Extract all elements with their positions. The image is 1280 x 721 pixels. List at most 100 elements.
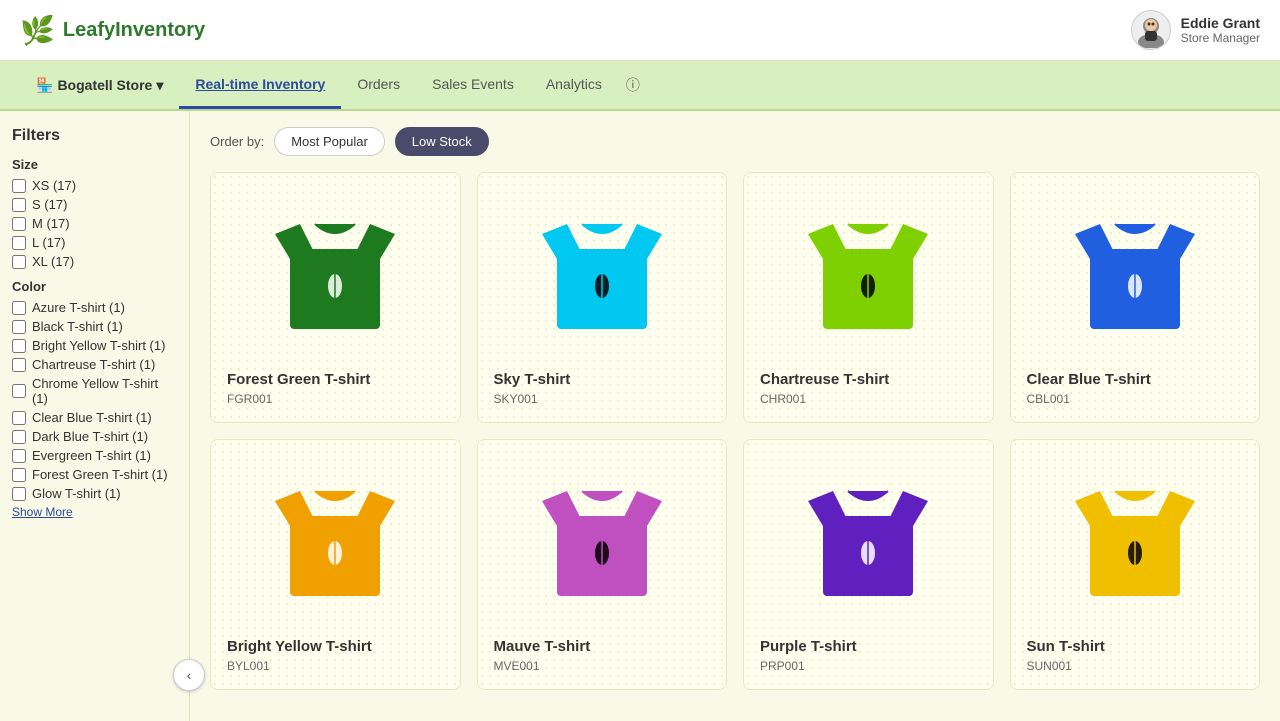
store-icon: 🏪: [36, 77, 53, 94]
sidebar: Filters Size XS (17) S (17) M (17) L (17) XL…: [0, 111, 190, 721]
size-checkbox-4[interactable]: [12, 255, 26, 269]
product-sku: CHR001: [760, 392, 977, 406]
color-label-8: Forest Green T-shirt (1): [32, 467, 168, 482]
product-sku: BYL001: [227, 659, 444, 673]
navigation: 🏪 Bogatell Store ▾ Real-time Inventory O…: [0, 61, 1280, 111]
product-card[interactable]: Purple T-shirt PRP001: [743, 439, 994, 690]
size-filter-item: L (17): [12, 235, 177, 250]
size-checkbox-2[interactable]: [12, 217, 26, 231]
size-filter-item: M (17): [12, 216, 177, 231]
tshirt-image: [1027, 189, 1244, 359]
product-sku: FGR001: [227, 392, 444, 406]
color-filter-item: Bright Yellow T-shirt (1): [12, 338, 177, 353]
order-low-stock[interactable]: Low Stock: [395, 127, 489, 156]
color-label-9: Glow T-shirt (1): [32, 486, 121, 501]
product-sku: PRP001: [760, 659, 977, 673]
color-filter-item: Black T-shirt (1): [12, 319, 177, 334]
size-checkbox-0[interactable]: [12, 179, 26, 193]
tshirt-image: [1027, 456, 1244, 626]
color-filter-item: Glow T-shirt (1): [12, 486, 177, 501]
tshirt-image: [494, 189, 711, 359]
product-name: Mauve T-shirt: [494, 638, 711, 655]
color-filter-item: Dark Blue T-shirt (1): [12, 429, 177, 444]
product-grid: Forest Green T-shirt FGR001 Sky T-shirt …: [210, 172, 1260, 690]
store-name: Bogatell Store: [57, 77, 152, 93]
size-label-4: XL (17): [32, 254, 74, 269]
product-card[interactable]: Sky T-shirt SKY001: [477, 172, 728, 423]
color-checkbox-4[interactable]: [12, 384, 26, 398]
product-name: Chartreuse T-shirt: [760, 371, 977, 388]
info-icon[interactable]: ⓘ: [618, 61, 648, 109]
color-filter-title: Color: [12, 279, 177, 294]
nav-analytics[interactable]: Analytics: [530, 62, 618, 109]
product-card[interactable]: Chartreuse T-shirt CHR001: [743, 172, 994, 423]
color-filter-item: Chrome Yellow T-shirt (1): [12, 376, 177, 406]
color-checkbox-6[interactable]: [12, 430, 26, 444]
show-more[interactable]: Show More: [12, 505, 177, 519]
product-card[interactable]: Sun T-shirt SUN001: [1010, 439, 1261, 690]
color-label-5: Clear Blue T-shirt (1): [32, 410, 152, 425]
color-checkbox-8[interactable]: [12, 468, 26, 482]
logo: 🌿 LeafyInventory: [20, 14, 205, 47]
size-label-1: S (17): [32, 197, 67, 212]
color-label-2: Bright Yellow T-shirt (1): [32, 338, 165, 353]
color-filters: Azure T-shirt (1) Black T-shirt (1) Bright…: [12, 300, 177, 501]
size-checkbox-1[interactable]: [12, 198, 26, 212]
color-filter-item: Clear Blue T-shirt (1): [12, 410, 177, 425]
color-label-0: Azure T-shirt (1): [32, 300, 125, 315]
tshirt-image: [227, 189, 444, 359]
size-label-2: M (17): [32, 216, 70, 231]
product-name: Sun T-shirt: [1027, 638, 1244, 655]
color-checkbox-0[interactable]: [12, 301, 26, 315]
sidebar-toggle[interactable]: ‹: [173, 659, 205, 691]
color-checkbox-3[interactable]: [12, 358, 26, 372]
logo-icon: 🌿: [20, 14, 55, 47]
nav-links: Real-time Inventory Orders Sales Events …: [179, 62, 617, 109]
product-sku: CBL001: [1027, 392, 1244, 406]
product-sku: MVE001: [494, 659, 711, 673]
product-name: Clear Blue T-shirt: [1027, 371, 1244, 388]
nav-realtime[interactable]: Real-time Inventory: [179, 62, 341, 109]
size-filter-title: Size: [12, 157, 177, 172]
color-filter-item: Chartreuse T-shirt (1): [12, 357, 177, 372]
color-checkbox-1[interactable]: [12, 320, 26, 334]
product-card[interactable]: Clear Blue T-shirt CBL001: [1010, 172, 1261, 423]
product-card[interactable]: Mauve T-shirt MVE001: [477, 439, 728, 690]
order-label: Order by:: [210, 134, 264, 149]
product-name: Forest Green T-shirt: [227, 371, 444, 388]
color-checkbox-2[interactable]: [12, 339, 26, 353]
product-name: Bright Yellow T-shirt: [227, 638, 444, 655]
nav-orders[interactable]: Orders: [341, 62, 416, 109]
color-checkbox-5[interactable]: [12, 411, 26, 425]
product-name: Purple T-shirt: [760, 638, 977, 655]
product-card[interactable]: Forest Green T-shirt FGR001: [210, 172, 461, 423]
color-label-6: Dark Blue T-shirt (1): [32, 429, 148, 444]
order-by-bar: Order by: Most Popular Low Stock: [210, 127, 1260, 156]
tshirt-image: [494, 456, 711, 626]
color-checkbox-9[interactable]: [12, 487, 26, 501]
product-card[interactable]: Bright Yellow T-shirt BYL001: [210, 439, 461, 690]
tshirt-image: [227, 456, 444, 626]
product-sku: SKY001: [494, 392, 711, 406]
filters-title: Filters: [12, 127, 177, 145]
size-label-3: L (17): [32, 235, 65, 250]
size-checkbox-3[interactable]: [12, 236, 26, 250]
product-name: Sky T-shirt: [494, 371, 711, 388]
nav-sales[interactable]: Sales Events: [416, 62, 530, 109]
size-filter-item: XL (17): [12, 254, 177, 269]
color-label-1: Black T-shirt (1): [32, 319, 123, 334]
tshirt-image: [760, 456, 977, 626]
color-filter-item: Evergreen T-shirt (1): [12, 448, 177, 463]
store-selector[interactable]: 🏪 Bogatell Store ▾: [20, 63, 179, 108]
user-role: Store Manager: [1181, 31, 1260, 45]
size-filter-item: XS (17): [12, 178, 177, 193]
order-most-popular[interactable]: Most Popular: [274, 127, 385, 156]
color-label-4: Chrome Yellow T-shirt (1): [32, 376, 177, 406]
header: 🌿 LeafyInventory Eddie Grant Store Manag…: [0, 0, 1280, 61]
color-checkbox-7[interactable]: [12, 449, 26, 463]
avatar: [1131, 10, 1171, 50]
color-filter-item: Azure T-shirt (1): [12, 300, 177, 315]
user-text: Eddie Grant Store Manager: [1181, 15, 1260, 45]
size-filters: XS (17) S (17) M (17) L (17) XL (17): [12, 178, 177, 269]
user-name: Eddie Grant: [1181, 15, 1260, 31]
